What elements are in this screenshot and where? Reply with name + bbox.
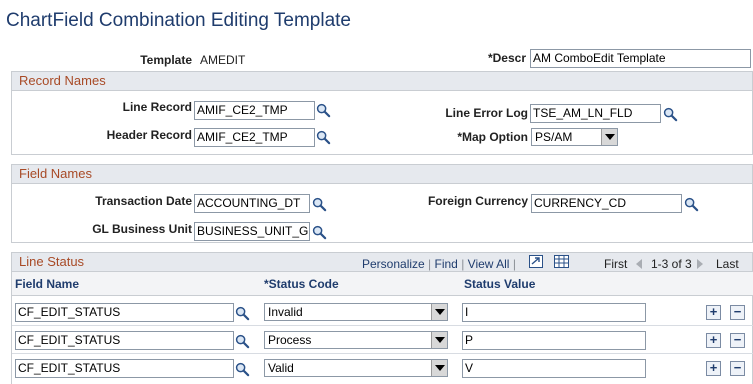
foreign-currency-label: Foreign Currency [427,194,528,208]
template-label: Template [140,53,192,67]
transaction-date-field[interactable]: ACCOUNTING_DT [194,194,310,213]
chevron-down-icon[interactable] [431,304,447,320]
descr-field[interactable]: AM ComboEdit Template [530,49,751,68]
grid-toolbar: Personalize | Find | View All | [362,257,516,271]
find-link[interactable]: Find [435,257,458,271]
first-arrow-icon [636,259,642,269]
transaction-date-label: Transaction Date [95,194,192,208]
delete-row-icon[interactable]: − [730,333,745,348]
gl-business-unit-label: GL Business Unit [92,222,192,236]
download-to-excel-icon[interactable] [554,255,569,268]
template-value: AMEDIT [200,53,246,67]
line-error-log-label: Line Error Log [445,106,528,120]
toolbar-separator: | [461,257,465,271]
personalize-link[interactable]: Personalize [362,257,425,271]
delete-row-icon[interactable]: − [730,361,745,376]
line-error-log-lookup-icon[interactable] [663,107,678,122]
add-row-icon[interactable]: + [706,305,721,320]
row-1-field-name[interactable]: CF_EDIT_STATUS [15,303,234,322]
line-error-log-field[interactable]: TSE_AM_LN_FLD [530,104,661,123]
line-record-lookup-icon[interactable] [316,103,331,118]
foreign-currency-lookup-icon[interactable] [684,197,699,212]
page-title: ChartField Combination Editing Template [6,10,351,31]
row-1-field-lookup-icon[interactable] [235,306,250,321]
row-2-status-code-select[interactable]: Process [264,331,448,349]
row-1-status-code-select[interactable]: Invalid [264,303,448,321]
header-record-field[interactable]: AMIF_CE2_TMP [194,128,315,147]
row-divider [12,325,753,326]
row-3-status-value[interactable]: V [462,359,646,378]
view-all-link[interactable]: View All [468,257,510,271]
chevron-down-icon[interactable] [601,129,617,145]
column-header-field-name: Field Name [15,277,80,291]
delete-row-icon[interactable]: − [730,305,745,320]
map-option-label: *Map Option [457,130,528,144]
toolbar-separator: | [512,257,516,271]
last-label: Last [716,257,739,271]
add-row-icon[interactable]: + [706,361,721,376]
row-1-status-value[interactable]: I [462,303,646,322]
row-1-status-code: Invalid [268,305,303,319]
add-row-icon[interactable]: + [706,333,721,348]
row-3-field-lookup-icon[interactable] [235,362,250,377]
row-2-status-code: Process [268,333,312,347]
foreign-currency-field[interactable]: CURRENCY_CD [531,194,682,213]
descr-label: *Descr [487,51,526,65]
row-2-field-lookup-icon[interactable] [235,334,250,349]
row-2-status-value[interactable]: P [462,331,646,350]
column-header-status-value: Status Value [464,277,536,291]
map-option-select[interactable]: PS/AM [531,128,618,146]
transaction-date-lookup-icon[interactable] [312,197,327,212]
record-names-title: Record Names [12,72,752,91]
line-record-label: Line Record [122,100,192,114]
grid-column-header-row [12,272,753,296]
row-3-field-name[interactable]: CF_EDIT_STATUS [15,359,234,378]
gl-business-unit-lookup-icon[interactable] [312,225,327,240]
first-label: First [604,257,628,271]
row-range: 1-3 of 3 [651,257,692,271]
row-3-status-code-select[interactable]: Valid [264,359,448,377]
row-2-field-name[interactable]: CF_EDIT_STATUS [15,331,234,350]
line-record-field[interactable]: AMIF_CE2_TMP [194,101,315,120]
chevron-down-icon[interactable] [431,360,447,376]
row-3-status-code: Valid [268,361,294,375]
gl-business-unit-field[interactable]: BUSINESS_UNIT_GL [194,222,310,241]
chevron-down-icon[interactable] [431,332,447,348]
header-record-lookup-icon[interactable] [316,130,331,145]
last-arrow-icon [697,259,703,269]
toolbar-separator: | [428,257,432,271]
field-names-title: Field Names [12,165,752,184]
map-option-value: PS/AM [535,130,573,144]
header-record-label: Header Record [106,128,192,142]
zoom-grid-icon[interactable] [529,255,543,268]
row-divider [12,353,753,354]
column-header-status-code: *Status Code [264,277,339,291]
